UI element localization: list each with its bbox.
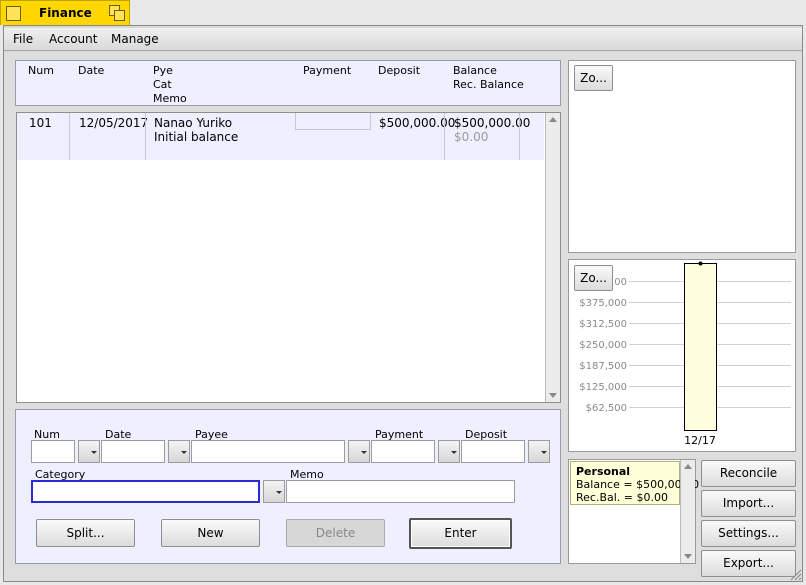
header-memo: Memo [153,92,187,105]
category-field[interactable] [31,480,260,503]
payment-field[interactable] [371,440,435,463]
num-field[interactable] [31,440,75,463]
menu-manage[interactable]: Manage [111,32,159,46]
column-divider [145,113,146,160]
header-payee: Pye [153,64,173,77]
import-button[interactable]: Import... [701,490,796,517]
new-button[interactable]: New [161,519,260,547]
num-dropdown[interactable] [78,440,100,463]
column-divider [444,113,445,160]
date-dropdown[interactable] [168,440,190,463]
enter-button[interactable]: Enter [409,518,512,549]
y-tick-label: $375,000 [579,298,627,309]
scroll-down-icon[interactable] [549,393,557,398]
row-payment [295,113,371,130]
memo-field[interactable] [286,480,515,503]
date-field[interactable] [101,440,165,463]
header-balance: Balance [453,64,497,77]
chart-zoom-button[interactable]: Zo... [574,265,613,291]
menu-file[interactable]: File [13,32,33,46]
y-tick-label: $62,500 [586,403,627,414]
header-date: Date [78,64,105,77]
header-rec-balance: Rec. Balance [453,78,524,91]
list-scrollbar[interactable] [545,113,560,402]
column-divider [519,113,520,160]
close-box-icon[interactable] [6,6,21,21]
delete-button[interactable]: Delete [286,519,385,547]
row-rec-balance: $0.00 [454,130,489,144]
header-num: Num [28,64,54,77]
y-tick-label: $312,500 [579,319,627,330]
top-zoom-button[interactable]: Zo... [574,65,613,91]
settings-button[interactable]: Settings... [701,520,796,547]
y-tick-label: .00 [611,277,627,288]
x-tick-label: 12/17 [684,434,716,447]
payee-dropdown[interactable] [348,440,370,463]
row-num: 101 [29,116,52,130]
y-tick-label: $187,500 [579,361,627,372]
account-item-personal[interactable]: Personal Balance = $500,000.0 Rec.Bal. =… [570,461,699,505]
table-row[interactable]: 101 12/05/2017 Nanao Yuriko Initial bala… [17,113,544,160]
resize-grip-icon[interactable] [788,567,802,581]
scroll-up-icon[interactable] [684,464,692,469]
row-date: 12/05/2017 [79,116,149,130]
payment-dropdown[interactable] [438,440,460,463]
header-payment: Payment [303,64,352,77]
category-dropdown[interactable] [263,480,285,503]
account-rec-balance: Rec.Bal. = $0.00 [576,491,669,504]
account-name: Personal [576,465,631,478]
row-memo: Initial balance [154,130,239,144]
header-deposit: Deposit [378,64,421,77]
window-title: Finance [39,6,92,20]
zoom-box-icon[interactable] [109,5,125,21]
account-scrollbar[interactable] [680,460,695,563]
deposit-field[interactable] [461,440,525,463]
window-tab[interactable]: Finance [0,0,130,25]
menu-account[interactable]: Account [49,32,97,46]
menu-bar: File Account Manage [4,28,802,51]
scroll-down-icon[interactable] [684,554,692,559]
chart-bar [684,263,717,431]
deposit-dropdown[interactable] [528,440,550,463]
column-divider [69,113,70,160]
payee-field[interactable] [191,440,345,463]
split-button[interactable]: Split... [36,519,135,547]
scroll-up-icon[interactable] [549,117,557,122]
register-header: Num Date Pye Cat Memo Payment Deposit Ba… [15,60,561,106]
row-payee: Nanao Yuriko [154,116,233,130]
reconcile-button[interactable]: Reconcile [701,460,796,487]
y-tick-label: $250,000 [579,340,627,351]
y-tick-label: $125,000 [579,382,627,393]
chart-point [698,261,703,266]
export-button[interactable]: Export... [701,550,796,577]
header-cat: Cat [153,78,172,91]
